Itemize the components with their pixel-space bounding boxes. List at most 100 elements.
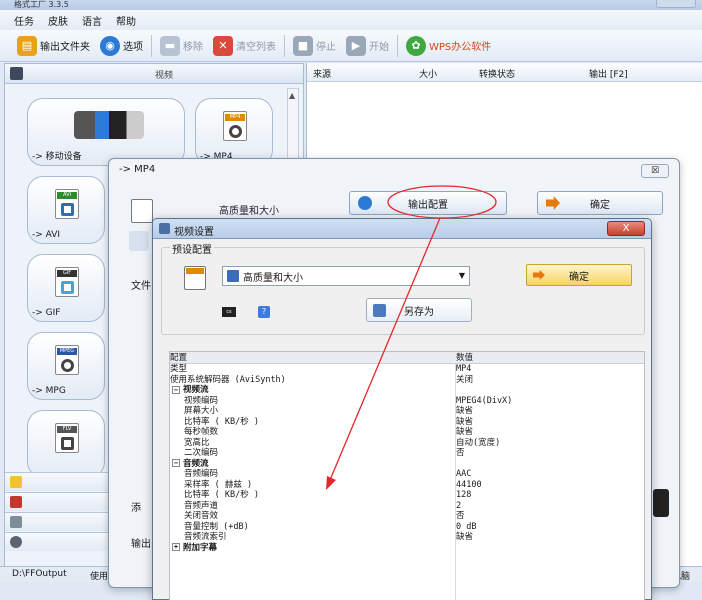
wps-button[interactable]: ✿ WPS办公软件: [401, 33, 496, 59]
grid-row-key: 屏幕大小: [184, 406, 218, 417]
grid-header-value: 数值: [456, 353, 474, 363]
grid-row[interactable]: 宽高比 自动(宽度): [170, 438, 644, 449]
grid-row-value[interactable]: 缺省: [456, 406, 473, 417]
film-reel-icon: [229, 125, 242, 138]
gif-tag: GIF: [57, 270, 77, 277]
grid-row[interactable]: 类型 MP4: [170, 364, 644, 375]
menu-skin[interactable]: 皮肤: [48, 13, 68, 28]
column-output[interactable]: 输出 [F2]: [589, 67, 628, 80]
stop-button[interactable]: ■ 停止: [288, 33, 341, 59]
grid-row-key-text: 每秒帧数: [184, 427, 219, 437]
category-header[interactable]: 视频: [5, 64, 303, 84]
options-button[interactable]: ◉ 选项: [95, 33, 148, 59]
menu-task[interactable]: 任务: [14, 13, 34, 28]
grid-row[interactable]: 音量控制 (+dB) 0 dB: [170, 522, 644, 533]
video-settings-dialog: 视频设置 X 预设配置 高质量和大小 ▼ 确定 cs ? 另存为 配置 数值 类…: [152, 218, 652, 600]
grid-row-value[interactable]: 自动(宽度): [456, 438, 500, 449]
options-label: 选项: [123, 42, 143, 53]
collapse-icon[interactable]: −: [172, 459, 180, 467]
grid-row-value[interactable]: AAC: [456, 469, 471, 480]
output-config-button[interactable]: 输出配置: [349, 191, 507, 215]
close-icon[interactable]: ☒: [641, 164, 669, 178]
grid-row-value[interactable]: 128: [456, 490, 471, 501]
grid-row-value[interactable]: MPEG4(DivX): [456, 396, 512, 407]
remove-button[interactable]: ▬ 移除: [155, 33, 208, 59]
grid-row-value[interactable]: 缺省: [456, 417, 473, 428]
grid-row-key: 视频编码: [184, 396, 218, 407]
grid-row[interactable]: 二次编码 否: [170, 448, 644, 459]
task-list-header: 来源 大小 转换状态 输出 [F2]: [307, 63, 702, 82]
grid-section-row[interactable]: − 音频流: [170, 459, 644, 470]
grid-row-value[interactable]: 44100: [456, 480, 482, 491]
grid-row-value[interactable]: 2: [456, 501, 461, 512]
scroll-up-icon[interactable]: ▲: [289, 91, 295, 100]
grid-row-value[interactable]: 关闭: [456, 375, 473, 386]
close-button[interactable]: X: [607, 221, 645, 236]
grid-row-value[interactable]: 缺省: [456, 427, 473, 438]
expand-icon[interactable]: +: [172, 543, 180, 551]
flv-file-icon: FLV: [55, 423, 79, 453]
mp4-ok-button[interactable]: 确定: [537, 191, 663, 215]
grid-row[interactable]: 音频流索引 缺省: [170, 532, 644, 543]
grid-row-key: + 附加字幕: [170, 543, 217, 554]
grid-row[interactable]: 每秒帧数 缺省: [170, 427, 644, 438]
tile-mobile-device[interactable]: -> 移动设备: [27, 98, 185, 166]
arrow-right-icon: [533, 270, 545, 280]
help-icon[interactable]: ?: [258, 306, 270, 318]
grid-row[interactable]: 比特率 ( KB/秒 ) 128: [170, 490, 644, 501]
grid-row-key: 音量控制 (+dB): [184, 522, 249, 533]
grid-row[interactable]: 视频编码 MPEG4(DivX): [170, 396, 644, 407]
grid-row-key-text: 音频编码: [184, 469, 219, 479]
cmd-icon[interactable]: cs: [222, 307, 236, 317]
folder-icon: ▤: [17, 35, 37, 56]
grid-row[interactable]: 采样率 ( 赫兹 ) 44100: [170, 480, 644, 491]
grid-section-row[interactable]: − 视频流: [170, 385, 644, 396]
tile-avi[interactable]: AVI -> AVI: [27, 176, 105, 244]
tile-mobile-device-label: -> 移动设备: [32, 152, 82, 162]
tile-mpg[interactable]: MPEG -> MPG: [27, 332, 105, 400]
grid-row[interactable]: 音频编码 AAC: [170, 469, 644, 480]
grid-row-key: 宽高比: [184, 438, 210, 449]
save-disk-icon: [373, 304, 386, 317]
column-size[interactable]: 大小: [419, 67, 437, 80]
save-as-button[interactable]: 另存为: [366, 298, 472, 322]
grid-row[interactable]: 比特率 ( KB/秒 ) 缺省: [170, 417, 644, 428]
output-folder-label: 输出文件夹: [40, 42, 90, 53]
video-settings-title: 视频设置: [174, 227, 214, 238]
device-icon: [653, 489, 669, 517]
grid-row-key: 使用系统解码器 (AviSynth): [170, 375, 286, 386]
confirm-button[interactable]: 确定: [526, 264, 632, 286]
grid-row-key-text: 比特率 ( KB/秒 ): [184, 416, 259, 427]
output-folder-button[interactable]: ▤ 输出文件夹: [12, 33, 95, 59]
window-controls[interactable]: [656, 0, 696, 8]
preset-select[interactable]: 高质量和大小 ▼: [222, 266, 470, 286]
column-source[interactable]: 来源: [313, 67, 331, 80]
grid-row-value[interactable]: MP4: [456, 364, 471, 375]
collapse-icon[interactable]: −: [172, 385, 180, 394]
grid-row-value[interactable]: 缺省: [456, 532, 473, 543]
grid-section-row[interactable]: + 附加字幕: [170, 543, 644, 554]
grid-row[interactable]: 关闭音效 否: [170, 511, 644, 522]
menu-help[interactable]: 帮助: [116, 13, 136, 28]
output-path[interactable]: D:\FFOutput: [12, 569, 67, 579]
flv-tag: FLV: [57, 426, 77, 433]
grid-row[interactable]: 音频声道 2: [170, 501, 644, 512]
grid-row-value[interactable]: 否: [456, 511, 465, 522]
grid-row[interactable]: 使用系统解码器 (AviSynth) 关闭: [170, 375, 644, 386]
add-file-icon[interactable]: [129, 231, 149, 251]
add-checkbox-label[interactable]: 添: [131, 499, 141, 514]
grid-row[interactable]: 屏幕大小 缺省: [170, 406, 644, 417]
column-status[interactable]: 转换状态: [479, 67, 515, 80]
start-icon: ▶: [346, 35, 366, 56]
grid-row-value[interactable]: 0 dB: [456, 522, 476, 533]
clear-list-button[interactable]: ✕ 清空列表: [208, 33, 281, 59]
tile-flv[interactable]: FLV: [27, 410, 105, 478]
grid-row-value[interactable]: 否: [456, 448, 465, 459]
start-button[interactable]: ▶ 开始: [341, 33, 394, 59]
grid-header-key: 配置: [170, 353, 188, 363]
tile-mp4[interactable]: MP4 -> MP4: [195, 98, 273, 166]
grid-row-key-text: 屏幕大小: [184, 406, 219, 416]
grid-row-key-text: 视频流: [183, 385, 209, 395]
menu-language[interactable]: 语言: [82, 13, 102, 28]
tile-gif[interactable]: GIF -> GIF: [27, 254, 105, 322]
